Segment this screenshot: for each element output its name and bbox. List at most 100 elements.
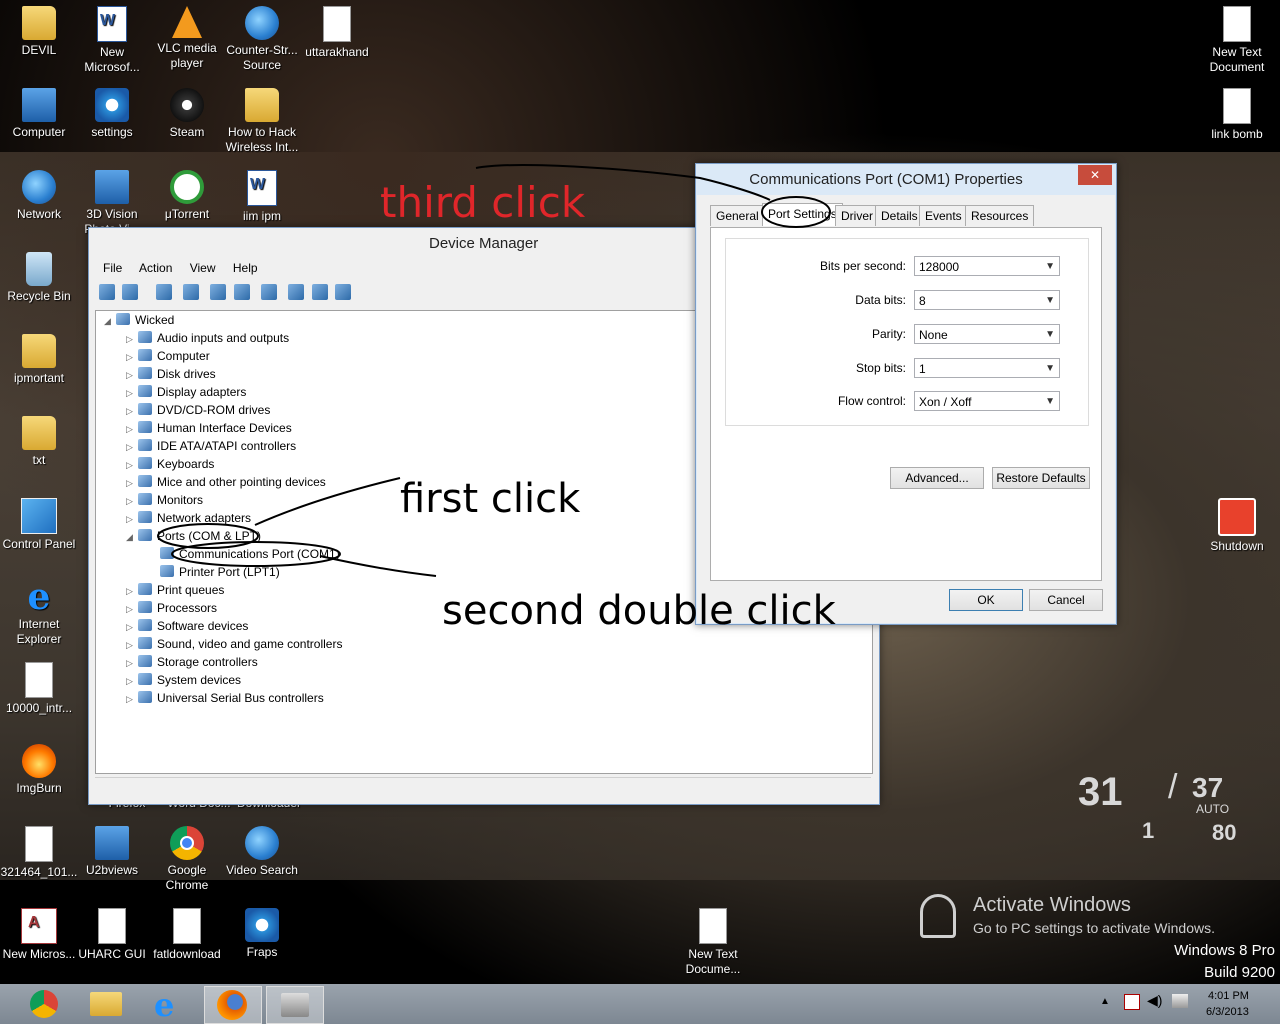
tree-category-item[interactable]: ▷ Keyboards (126, 455, 214, 473)
taskbar-firefox[interactable] (204, 986, 262, 1024)
desktop-icon[interactable]: Computer (0, 82, 78, 140)
desktop-icon[interactable]: New Microsof... (73, 0, 151, 75)
data-bits-select[interactable]: 8 ▼ (914, 290, 1060, 310)
tab-driver[interactable]: Driver (835, 205, 879, 226)
desktop-icon[interactable]: Control Panel (0, 492, 78, 552)
menu-view[interactable]: View (190, 261, 216, 275)
expand-arrow-icon[interactable]: ▷ (126, 438, 138, 456)
menu-file[interactable]: File (103, 261, 122, 275)
collapse-arrow-icon[interactable]: ◢ (126, 528, 138, 546)
tree-device-item[interactable]: Communications Port (COM1) (160, 545, 340, 563)
desktop-icon[interactable]: txt (0, 410, 78, 468)
desktop-icon[interactable]: link bomb (1198, 82, 1276, 142)
desktop-icon[interactable]: uttarakhand (298, 0, 376, 60)
desktop-icon[interactable]: DEVIL (0, 0, 78, 58)
taskbar-explorer[interactable] (78, 986, 134, 1022)
tree-root[interactable]: ◢ Wicked (104, 311, 174, 329)
expand-arrow-icon[interactable]: ▷ (126, 456, 138, 474)
expand-arrow-icon[interactable]: ▷ (126, 474, 138, 492)
tree-category-item[interactable]: ▷ Network adapters (126, 509, 251, 527)
desktop-icon[interactable]: Shutdown (1198, 492, 1276, 554)
desktop-icon[interactable]: New Text Document (1198, 0, 1276, 75)
tray-arrow-icon[interactable]: ▲ (1100, 996, 1110, 1007)
menu-help[interactable]: Help (233, 261, 258, 275)
desktop-icon[interactable]: ImgBurn (0, 738, 78, 796)
view-icon[interactable] (233, 284, 250, 300)
tab-resources[interactable]: Resources (965, 205, 1035, 226)
expand-arrow-icon[interactable]: ▷ (126, 420, 138, 438)
stop-bits-select[interactable]: 1 ▼ (914, 358, 1060, 378)
desktop-icon[interactable]: fatldownload (148, 902, 226, 962)
tree-category-item[interactable]: ▷ Storage controllers (126, 653, 258, 671)
desktop-icon[interactable]: settings (73, 82, 151, 140)
close-button[interactable]: ✕ (1078, 165, 1112, 185)
desktop-icon[interactable]: Google Chrome (148, 820, 226, 893)
tree-category-item[interactable]: ▷ DVD/CD-ROM drives (126, 401, 270, 419)
tab-port-settings[interactable]: Port Settings (762, 203, 843, 226)
tree-category-item[interactable]: ▷ Print queues (126, 581, 224, 599)
desktop-icon[interactable]: Fraps (223, 902, 301, 960)
desktop-icon[interactable]: iim ipm (223, 164, 301, 224)
tree-device-item[interactable]: Printer Port (LPT1) (160, 563, 280, 581)
tree-category-item[interactable]: ▷ Human Interface Devices (126, 419, 292, 437)
taskbar-device-manager[interactable] (266, 986, 324, 1024)
desktop-icon[interactable]: UHARC GUI (73, 902, 151, 962)
tree-category-item[interactable]: ▷ Software devices (126, 617, 248, 635)
tree-category-item[interactable]: ▷ IDE ATA/ATAPI controllers (126, 437, 296, 455)
expand-arrow-icon[interactable]: ▷ (126, 492, 138, 510)
desktop-icon[interactable]: How to Hack Wireless Int... (223, 82, 301, 155)
desktop-icon[interactable]: 10000_intr... (0, 656, 78, 716)
desktop-icon[interactable]: Video Search (223, 820, 301, 878)
ok-button[interactable]: OK (949, 589, 1023, 611)
restore-defaults-button[interactable]: Restore Defaults (992, 467, 1090, 489)
expand-arrow-icon[interactable]: ▷ (126, 690, 138, 708)
tree-category-item[interactable]: ▷ Computer (126, 347, 210, 365)
expand-arrow-icon[interactable]: ▷ (126, 618, 138, 636)
desktop-icon[interactable]: μTorrent (148, 164, 226, 222)
desktop-icon[interactable]: 321464_101... (0, 820, 78, 880)
uninstall-icon[interactable] (311, 284, 328, 300)
desktop-icon[interactable]: e Internet Explorer (0, 574, 78, 647)
desktop-icon[interactable]: Counter-Str... Source (223, 0, 301, 73)
expand-arrow-icon[interactable]: ▷ (126, 672, 138, 690)
tree-category-item[interactable]: ▷ Audio inputs and outputs (126, 329, 289, 347)
flow-control-select[interactable]: Xon / Xoff ▼ (914, 391, 1060, 411)
help-icon[interactable] (210, 284, 227, 300)
expand-arrow-icon[interactable]: ▷ (126, 510, 138, 528)
desktop-icon[interactable]: U2bviews (73, 820, 151, 878)
desktop-icon[interactable]: Steam (148, 82, 226, 140)
advanced-button[interactable]: Advanced... (890, 467, 984, 489)
show-hide-tree-icon[interactable] (155, 284, 172, 300)
desktop-icon[interactable]: Recycle Bin (0, 246, 78, 304)
expand-arrow-icon[interactable]: ▷ (126, 600, 138, 618)
expand-arrow-icon[interactable]: ▷ (126, 636, 138, 654)
expand-arrow-icon[interactable]: ▷ (126, 402, 138, 420)
expand-arrow-icon[interactable]: ▷ (126, 384, 138, 402)
desktop-icon[interactable]: New Micros... (0, 902, 78, 962)
bits-per-second-select[interactable]: 128000 ▼ (914, 256, 1060, 276)
tree-category-item[interactable]: ▷ System devices (126, 671, 241, 689)
tree-category-item[interactable]: ▷ Processors (126, 599, 217, 617)
update-driver-icon[interactable] (288, 284, 305, 300)
clock-date[interactable]: 6/3/2013 (1206, 1006, 1249, 1018)
expand-arrow-icon[interactable]: ▷ (126, 654, 138, 672)
expand-arrow-icon[interactable]: ▷ (126, 582, 138, 600)
forward-arrow-icon[interactable] (122, 284, 139, 300)
desktop-icon[interactable]: New Text Docume... (674, 902, 752, 977)
tab-general[interactable]: General (710, 205, 765, 226)
taskbar-ie[interactable]: e (140, 986, 196, 1024)
clock-time[interactable]: 4:01 PM (1208, 990, 1249, 1002)
scan-hardware-icon[interactable] (261, 284, 278, 300)
properties-icon[interactable] (183, 284, 200, 300)
tree-category-item[interactable]: ▷ Display adapters (126, 383, 246, 401)
tree-category-item[interactable]: ▷ Mice and other pointing devices (126, 473, 326, 491)
tree-category-item[interactable]: ▷ Disk drives (126, 365, 216, 383)
tree-category-item[interactable]: ▷ Universal Serial Bus controllers (126, 689, 324, 707)
tree-category-item[interactable]: ▷ Sound, video and game controllers (126, 635, 342, 653)
properties-titlebar[interactable]: Communications Port (COM1) Properties (696, 164, 1116, 194)
expand-arrow-icon[interactable]: ▷ (126, 348, 138, 366)
back-arrow-icon[interactable] (99, 284, 115, 300)
tree-category-item[interactable]: ▷ Monitors (126, 491, 203, 509)
tree-category-item[interactable]: ◢ Ports (COM & LPT) (126, 527, 261, 545)
expand-arrow-icon[interactable]: ▷ (126, 330, 138, 348)
